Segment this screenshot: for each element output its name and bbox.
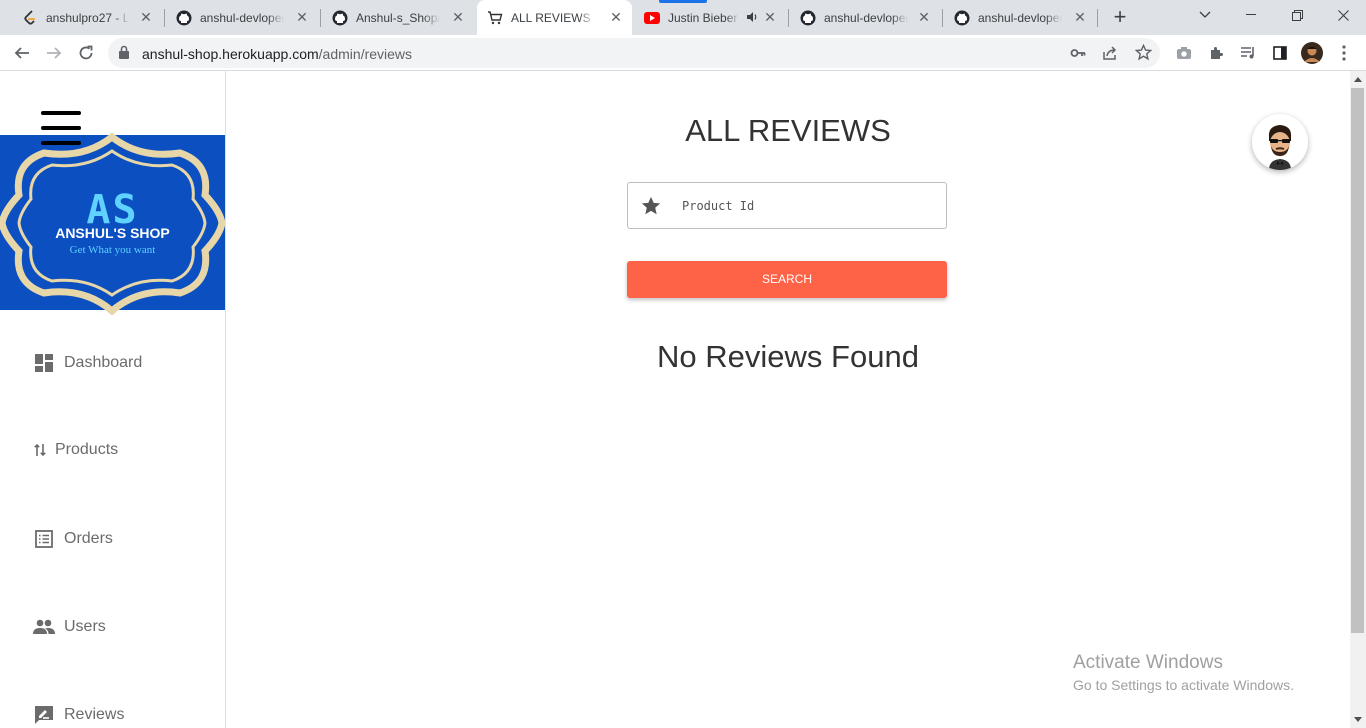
tab-title: anshulpro27 - Lee <box>46 10 130 25</box>
close-tab-icon[interactable]: ✕ <box>762 9 778 25</box>
logo-tagline: Get What you want <box>69 244 156 256</box>
tab-divider <box>164 9 165 27</box>
github-icon <box>332 10 348 26</box>
close-tab-icon[interactable]: ✕ <box>1072 9 1088 25</box>
star-icon <box>640 195 662 217</box>
close-tab-icon[interactable]: ✕ <box>916 9 932 25</box>
close-window-button[interactable] <box>1320 0 1366 30</box>
scrollbar-thumb[interactable] <box>1351 88 1364 633</box>
github-icon <box>800 10 816 26</box>
extensions-icon[interactable] <box>1204 41 1228 65</box>
tab-title: ALL REVIEWS - A <box>511 10 595 25</box>
list-icon <box>33 528 55 550</box>
product-id-field[interactable] <box>627 182 947 229</box>
side-panel-icon[interactable] <box>1268 41 1292 65</box>
page-viewport: AS ANSHUL'S SHOP Get What you want Dashb… <box>0 71 1366 728</box>
close-tab-icon[interactable]: ✕ <box>450 9 466 25</box>
tab-all-reviews[interactable]: ALL REVIEWS - A ✕ <box>477 0 632 35</box>
people-icon <box>33 616 55 638</box>
tab-github-3[interactable]: anshul-devloper/ ✕ <box>790 0 940 35</box>
key-icon[interactable] <box>1070 45 1086 66</box>
tab-strip: anshulpro27 - Lee ✕ anshul-devloper/ ✕ A… <box>0 0 1366 35</box>
search-button[interactable]: SEARCH <box>627 261 947 298</box>
sidebar-item-label: Users <box>64 618 106 635</box>
user-avatar[interactable] <box>1252 114 1308 170</box>
new-tab-button[interactable]: + <box>1108 5 1132 29</box>
profile-avatar-icon[interactable] <box>1300 41 1324 65</box>
browser-toolbar: anshul-shop.herokuapp.com/admin/reviews <box>0 35 1366 71</box>
tab-youtube[interactable]: Justin Bieber ✕ <box>634 0 786 35</box>
dashboard-icon <box>33 352 55 374</box>
sidebar-item-label: Dashboard <box>64 354 143 371</box>
sidebar-item-orders[interactable]: Orders <box>33 528 113 550</box>
bookmark-star-icon[interactable] <box>1134 43 1153 66</box>
sidebar-item-reviews[interactable]: Reviews <box>33 704 124 726</box>
tab-github-4[interactable]: anshul-devloper ✕ <box>944 0 1096 35</box>
close-tab-icon[interactable]: ✕ <box>608 9 624 25</box>
speaker-icon[interactable] <box>746 10 758 27</box>
minimize-button[interactable] <box>1228 0 1274 30</box>
close-tab-icon[interactable]: ✕ <box>294 9 310 25</box>
url-text: anshul-shop.herokuapp.com/admin/reviews <box>142 46 412 62</box>
activate-windows-title: Activate Windows <box>1073 652 1223 673</box>
sidebar-item-users[interactable]: Users <box>33 616 106 638</box>
tab-leetcode[interactable]: anshulpro27 - Lee ✕ <box>12 0 162 35</box>
admin-sidebar: AS ANSHUL'S SHOP Get What you want Dashb… <box>0 71 226 728</box>
activate-windows-subtitle: Go to Settings to activate Windows. <box>1073 677 1294 693</box>
sidebar-item-dashboard[interactable]: Dashboard <box>33 352 142 374</box>
url-path: /admin/reviews <box>318 46 413 62</box>
tab-title: anshul-devloper/ <box>200 10 284 25</box>
address-bar[interactable]: anshul-shop.herokuapp.com/admin/reviews <box>108 38 1160 68</box>
back-icon[interactable] <box>10 41 34 65</box>
hamburger-menu-icon[interactable] <box>41 111 81 147</box>
rate-review-icon <box>33 704 55 726</box>
tab-divider <box>788 9 789 27</box>
tab-title: anshul-devloper <box>978 10 1062 25</box>
youtube-icon <box>644 10 660 26</box>
reviews-panel: ALL REVIEWS SEARCH No Reviews Found <box>226 71 1350 728</box>
tab-title: Anshul-s_Shop/R <box>356 10 440 25</box>
sidebar-item-label: Products <box>55 441 119 458</box>
sort-arrows-icon <box>33 439 47 461</box>
share-icon[interactable] <box>1102 45 1118 66</box>
sidebar-item-label: Orders <box>64 530 113 547</box>
reload-icon[interactable] <box>74 41 98 65</box>
github-icon <box>954 10 970 26</box>
cart-icon <box>487 10 503 26</box>
empty-state-message: No Reviews Found <box>657 339 919 374</box>
lock-icon[interactable] <box>118 45 130 64</box>
forward-icon[interactable] <box>42 41 66 65</box>
tab-divider <box>1097 9 1098 27</box>
scroll-up-arrow-icon[interactable] <box>1350 71 1366 88</box>
logo-shop-name: ANSHUL'S SHOP <box>55 225 170 241</box>
tab-title: anshul-devloper/ <box>824 10 908 25</box>
avatar-image <box>1252 114 1308 170</box>
tab-github-2[interactable]: Anshul-s_Shop/R ✕ <box>322 0 474 35</box>
tab-github-1[interactable]: anshul-devloper/ ✕ <box>166 0 318 35</box>
github-icon <box>176 10 192 26</box>
screenshot-camera-icon[interactable] <box>1172 41 1196 65</box>
url-host: anshul-shop.herokuapp.com <box>142 46 319 62</box>
sidebar-item-products[interactable]: Products <box>33 439 118 461</box>
tab-search-icon[interactable] <box>1182 0 1228 30</box>
product-id-input[interactable] <box>682 196 932 216</box>
tab-divider <box>942 9 943 27</box>
scroll-down-arrow-icon[interactable] <box>1350 711 1366 728</box>
chrome-menu-icon[interactable] <box>1332 41 1356 65</box>
sidebar-item-label: Reviews <box>64 706 125 723</box>
close-tab-icon[interactable]: ✕ <box>138 9 154 25</box>
tab-divider <box>320 9 321 27</box>
leetcode-icon <box>22 9 38 26</box>
page-title: ALL REVIEWS <box>685 113 891 148</box>
media-control-icon[interactable] <box>1236 41 1260 65</box>
restore-button[interactable] <box>1274 0 1320 30</box>
tab-title: Justin Bieber <box>668 10 738 25</box>
shop-logo[interactable]: AS ANSHUL'S SHOP Get What you want <box>0 133 225 315</box>
